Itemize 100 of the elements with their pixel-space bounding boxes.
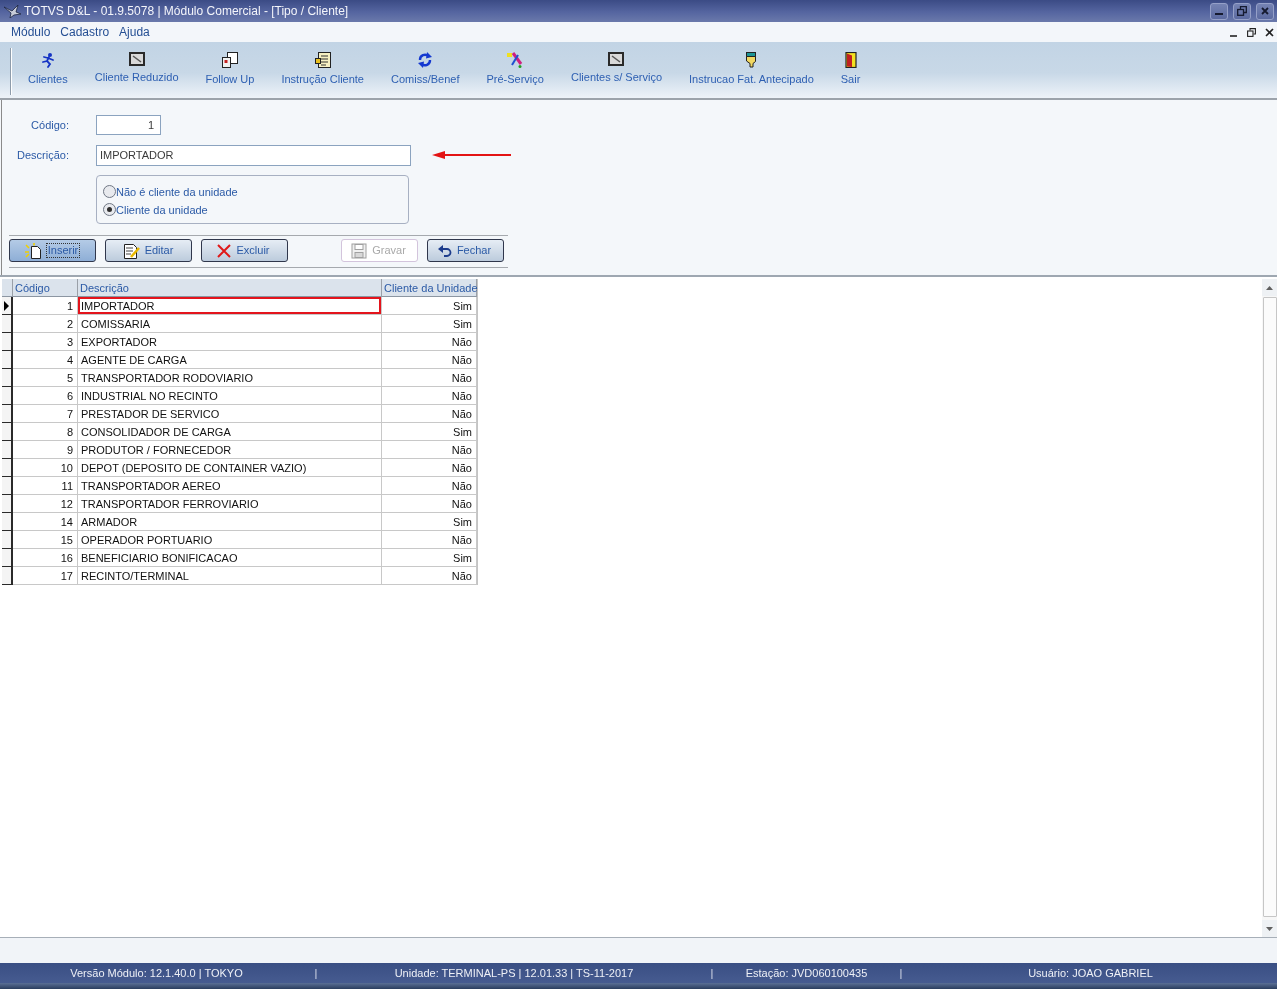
row-header[interactable]	[2, 333, 13, 351]
table-cell: TRANSPORTADOR AEREO	[78, 477, 382, 495]
table-cell: Não	[382, 567, 477, 585]
down-arrow-icon	[1266, 926, 1273, 931]
tools-icon	[507, 52, 524, 68]
action-button[interactable]: Fechar	[427, 239, 504, 262]
table-cell: 11	[13, 477, 78, 495]
table-cell: RECINTO/TERMINAL	[78, 567, 382, 585]
table-cell: AGENTE DE CARGA	[78, 351, 382, 369]
undo-arrow-icon	[437, 244, 452, 257]
restore-button[interactable]	[1247, 27, 1256, 37]
notepad-icon	[314, 52, 331, 68]
table-cell: COMISSARIA	[78, 315, 382, 333]
restore-button[interactable]	[1233, 2, 1251, 20]
column-header[interactable]: Código	[13, 279, 78, 297]
row-header[interactable]	[2, 567, 13, 585]
toolbar-button[interactable]: Instrucao Fat. Antecipado	[689, 52, 814, 85]
status-separator: |	[314, 967, 318, 979]
table-cell: PRESTADOR DE SERVICO	[78, 405, 382, 423]
row-header[interactable]	[2, 387, 13, 405]
toolbar-button[interactable]: Pré-Serviço	[486, 52, 544, 85]
row-header[interactable]	[2, 477, 13, 495]
table-cell: Não	[382, 459, 477, 477]
toolbar-button[interactable]: Comiss/Benef	[391, 52, 460, 85]
minimize-button[interactable]	[1210, 2, 1228, 20]
table-cell: 16	[13, 549, 78, 567]
row-header[interactable]	[2, 405, 13, 423]
row-header[interactable]	[2, 459, 13, 477]
row-header[interactable]	[2, 441, 13, 459]
table-cell: 1	[13, 297, 78, 315]
scroll-down-button[interactable]	[1262, 920, 1277, 937]
table-cell: 8	[13, 423, 78, 441]
door-icon	[844, 52, 857, 68]
text-field[interactable]: 1	[96, 115, 161, 135]
table-cell: BENEFICIARIO BONIFICACAO	[78, 549, 382, 567]
field-label: Código:	[30, 119, 70, 131]
radio-button[interactable]	[103, 203, 116, 216]
framed-picture-icon	[128, 52, 145, 66]
row-header[interactable]	[2, 531, 13, 549]
table-cell: Não	[382, 477, 477, 495]
table-cell: 10	[13, 459, 78, 477]
table-cell: Não	[382, 351, 477, 369]
status-text: Unidade: TERMINAL-PS | 12.01.33 | TS-11-2017	[394, 967, 634, 979]
row-header[interactable]	[2, 369, 13, 387]
toolbar-button[interactable]: Clientes	[28, 52, 68, 85]
table-cell: 4	[13, 351, 78, 369]
column-header[interactable]: Descrição	[78, 279, 382, 297]
toolbar-button[interactable]: Instrução Cliente	[281, 52, 364, 85]
toolbar-button[interactable]: Cliente Reduzido	[94, 52, 179, 85]
table-cell: PRODUTOR / FORNECEDOR	[78, 441, 382, 459]
table-cell: Sim	[382, 423, 477, 441]
minimize-icon	[1215, 12, 1223, 15]
radio-label: Cliente da unidade	[116, 203, 208, 216]
bird-icon	[4, 4, 22, 18]
restore-icon	[1247, 27, 1256, 37]
table-cell: 2	[13, 315, 78, 333]
pointing-hand-icon	[745, 52, 758, 68]
table-cell: Sim	[382, 297, 477, 315]
row-header[interactable]	[2, 513, 13, 531]
status-separator: |	[710, 967, 714, 979]
edit-document-icon	[121, 242, 140, 259]
status-separator: |	[899, 967, 903, 979]
action-button[interactable]: Inserir	[9, 239, 96, 262]
row-header[interactable]	[2, 315, 13, 333]
table-cell: 17	[13, 567, 78, 585]
text-field[interactable]: IMPORTADOR	[96, 144, 411, 166]
menu-item[interactable]: Módulo	[11, 25, 51, 39]
close-icon	[1265, 27, 1274, 37]
status-text: Estação: JVD060100435	[745, 967, 868, 979]
row-header[interactable]	[2, 549, 13, 567]
close-button[interactable]	[1265, 27, 1274, 37]
row-pointer-icon	[4, 300, 9, 311]
row-header[interactable]	[2, 297, 13, 315]
table-cell: Não	[382, 495, 477, 513]
status-text: Versão Módulo: 12.1.40.0 | TOKYO	[70, 967, 243, 979]
table-cell: 7	[13, 405, 78, 423]
close-icon	[1261, 7, 1269, 15]
close-button[interactable]	[1256, 2, 1274, 20]
menu-item[interactable]: Cadastro	[60, 25, 110, 39]
table-cell: TRANSPORTADOR RODOVIARIO	[78, 369, 382, 387]
toolbar-button[interactable]: Sair	[840, 52, 861, 85]
documents-icon	[222, 52, 238, 68]
radio-button[interactable]	[103, 185, 116, 198]
toolbar-button[interactable]: Clientes s/ Serviço	[570, 52, 663, 85]
column-header[interactable]: Cliente da Unidade	[382, 279, 477, 297]
row-header[interactable]	[2, 495, 13, 513]
menu-item[interactable]: Ajuda	[119, 25, 150, 39]
window-title: TOTVS D&L - 01.9.5078 | Módulo Comercial - [Tipo / Cliente]	[24, 4, 349, 18]
up-arrow-icon	[1266, 285, 1273, 290]
framed-picture-icon	[608, 52, 625, 66]
table-cell: INDUSTRIAL NO RECINTO	[78, 387, 382, 405]
table-cell: Sim	[382, 315, 477, 333]
table-cell: ARMADOR	[78, 513, 382, 531]
scroll-up-button[interactable]	[1262, 279, 1277, 296]
action-button[interactable]: Excluir	[201, 239, 288, 262]
toolbar-button[interactable]: Follow Up	[205, 52, 255, 85]
action-button[interactable]: Editar	[105, 239, 192, 262]
row-header[interactable]	[2, 351, 13, 369]
row-header[interactable]	[2, 423, 13, 441]
table-cell: 6	[13, 387, 78, 405]
